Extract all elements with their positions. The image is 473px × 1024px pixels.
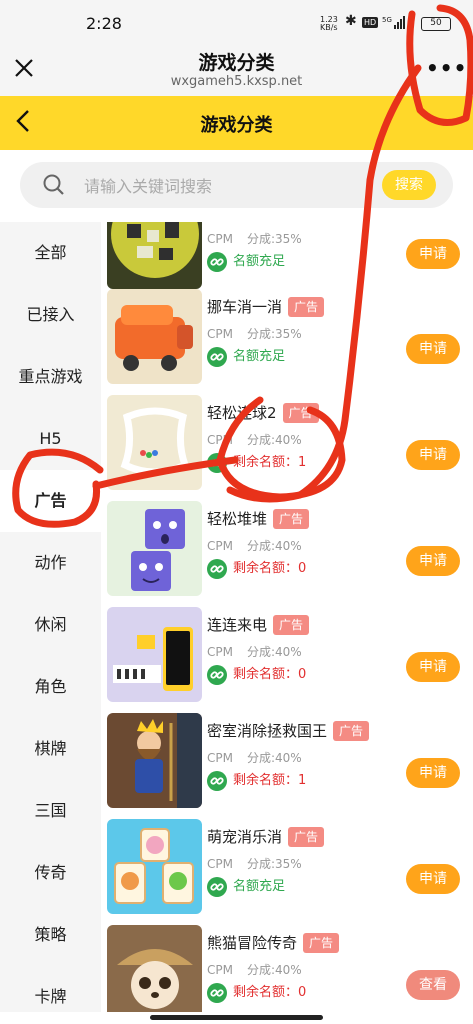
game-list: CPM 分成:35% 名额充足 申请 挪车消一消 广告 CPM 分成:35% 名额充足… bbox=[101, 222, 473, 1012]
app-header: 游戏分类 bbox=[0, 96, 473, 150]
svg-text:5G: 5G bbox=[382, 16, 392, 24]
battery-icon: 50 bbox=[421, 17, 451, 31]
status-time: 2:28 bbox=[86, 14, 122, 33]
game-thumbnail bbox=[107, 395, 202, 490]
apply-button[interactable]: 申请 bbox=[406, 334, 460, 364]
sidebar-item-action[interactable]: 动作 bbox=[0, 532, 101, 594]
app-title: 游戏分类 bbox=[200, 115, 273, 136]
game-card[interactable]: 萌宠消乐消 广告 CPM 分成:35% 名额充足 申请 bbox=[101, 812, 473, 918]
bluetooth-icon: ✱ bbox=[345, 13, 357, 29]
search-area: 搜索 bbox=[0, 150, 473, 222]
game-thumbnail bbox=[107, 819, 202, 914]
search-icon bbox=[43, 174, 64, 195]
link-icon bbox=[207, 558, 227, 579]
sidebar-item-three-kingdoms[interactable]: 三国 bbox=[0, 780, 101, 842]
game-name: 密室消除拯救国王 广告 bbox=[207, 720, 370, 741]
game-quota: 剩余名额：0 bbox=[207, 558, 306, 580]
sidebar-item-h5[interactable]: H5 bbox=[0, 408, 101, 470]
game-meta: CPM 分成:40% bbox=[207, 645, 302, 659]
game-name: 熊猫冒险传奇 广告 bbox=[207, 932, 340, 953]
game-thumbnail bbox=[107, 713, 202, 808]
search-box: 搜索 bbox=[20, 162, 453, 208]
home-pill[interactable] bbox=[150, 1015, 323, 1020]
game-quota: 剩余名额：0 bbox=[207, 982, 306, 1004]
game-card[interactable]: 挪车消一消 广告 CPM 分成:35% 名额充足 申请 bbox=[101, 282, 473, 388]
apply-button[interactable]: 申请 bbox=[406, 440, 460, 470]
game-meta: CPM 分成:40% bbox=[207, 539, 302, 553]
network-speed: 1.23 KB/s bbox=[320, 15, 338, 32]
page-url: wxgameh5.kxsp.net bbox=[170, 74, 303, 89]
sidebar-item-connected[interactable]: 已接入 bbox=[0, 284, 101, 346]
ad-tag: 广告 bbox=[273, 615, 310, 635]
page-title: 游戏分类 bbox=[198, 52, 275, 74]
game-name: 连连来电 广告 bbox=[207, 614, 310, 635]
link-icon bbox=[207, 664, 227, 685]
game-quota: 名额充足 bbox=[207, 251, 285, 273]
home-indicator bbox=[0, 1012, 473, 1024]
game-quota: 剩余名额：0 bbox=[207, 664, 306, 686]
game-card[interactable]: 轻松堆堆 广告 CPM 分成:40% 剩余名额：0 申请 bbox=[101, 494, 473, 600]
sidebar-item-featured[interactable]: 重点游戏 bbox=[0, 346, 101, 408]
game-quota: 剩余名额：1 bbox=[207, 452, 306, 474]
game-meta: CPM 分成:40% bbox=[207, 963, 302, 977]
game-name: 轻松连球2 广告 bbox=[207, 402, 319, 423]
sidebar-item-board[interactable]: 棋牌 bbox=[0, 718, 101, 780]
sidebar-item-ads[interactable]: 广告 bbox=[0, 470, 101, 532]
game-name: 萌宠消乐消 广告 bbox=[207, 826, 325, 847]
signal-icon: 5G bbox=[382, 16, 405, 29]
more-menu-icon[interactable]: ••• bbox=[426, 56, 466, 80]
game-card[interactable]: 熊猫冒险传奇 广告 CPM 分成:40% 剩余名额：0 查看 bbox=[101, 918, 473, 1012]
search-button[interactable]: 搜索 bbox=[382, 170, 436, 200]
game-quota: 剩余名额：1 bbox=[207, 770, 306, 792]
sidebar-item-casual[interactable]: 休闲 bbox=[0, 594, 101, 656]
game-meta: CPM 分成:35% bbox=[207, 327, 302, 341]
game-thumbnail bbox=[107, 501, 202, 596]
status-bar: 2:28 1.23 KB/s ✱ HD 5G 50 bbox=[0, 0, 473, 46]
game-thumbnail bbox=[107, 289, 202, 384]
sidebar-item-all[interactable]: 全部 bbox=[0, 222, 101, 284]
view-button[interactable]: 查看 bbox=[406, 970, 460, 1000]
game-name: 轻松堆堆 广告 bbox=[207, 508, 310, 529]
apply-button[interactable]: 申请 bbox=[406, 652, 460, 682]
game-quota: 名额充足 bbox=[207, 876, 285, 898]
ad-tag: 广告 bbox=[273, 509, 310, 529]
ad-tag: 广告 bbox=[288, 827, 325, 847]
link-icon bbox=[207, 251, 227, 272]
game-meta: CPM 分成:35% bbox=[207, 857, 302, 871]
apply-button[interactable]: 申请 bbox=[406, 239, 460, 269]
ad-tag: 广告 bbox=[288, 297, 325, 317]
sidebar-item-legend[interactable]: 传奇 bbox=[0, 842, 101, 904]
link-icon bbox=[207, 346, 227, 367]
game-meta: CPM 分成:40% bbox=[207, 433, 302, 447]
game-card[interactable]: 密室消除拯救国王 广告 CPM 分成:40% 剩余名额：1 申请 bbox=[101, 706, 473, 812]
ad-tag: 广告 bbox=[282, 403, 319, 423]
game-name: 挪车消一消 广告 bbox=[207, 296, 325, 317]
game-meta: CPM 分成:35% bbox=[207, 232, 302, 246]
link-icon bbox=[207, 982, 227, 1003]
sidebar-item-strategy[interactable]: 策略 bbox=[0, 904, 101, 966]
apply-button[interactable]: 申请 bbox=[406, 864, 460, 894]
sidebar-item-rpg[interactable]: 角色 bbox=[0, 656, 101, 718]
game-card[interactable]: 连连来电 广告 CPM 分成:40% 剩余名额：0 申请 bbox=[101, 600, 473, 706]
apply-button[interactable]: 申请 bbox=[406, 758, 460, 788]
wechat-header: 游戏分类 wxgameh5.kxsp.net ••• bbox=[0, 46, 473, 96]
sidebar-item-card[interactable]: 卡牌 bbox=[0, 966, 101, 1012]
link-icon bbox=[207, 452, 227, 473]
category-sidebar: 全部 已接入 重点游戏 H5 广告 动作 休闲 角色 棋牌 三国 传奇 策略 卡… bbox=[0, 222, 101, 1012]
game-meta: CPM 分成:40% bbox=[207, 751, 302, 765]
link-icon bbox=[207, 876, 227, 897]
link-icon bbox=[207, 770, 227, 791]
game-quota: 名额充足 bbox=[207, 346, 285, 368]
ad-tag: 广告 bbox=[333, 721, 370, 741]
game-thumbnail bbox=[107, 222, 202, 289]
hd-badge: HD bbox=[362, 17, 379, 28]
game-card[interactable]: 轻松连球2 广告 CPM 分成:40% 剩余名额：1 申请 bbox=[101, 388, 473, 494]
game-thumbnail bbox=[107, 925, 202, 1012]
apply-button[interactable]: 申请 bbox=[406, 546, 460, 576]
ad-tag: 广告 bbox=[303, 933, 340, 953]
search-input[interactable] bbox=[84, 174, 374, 198]
game-thumbnail bbox=[107, 607, 202, 702]
